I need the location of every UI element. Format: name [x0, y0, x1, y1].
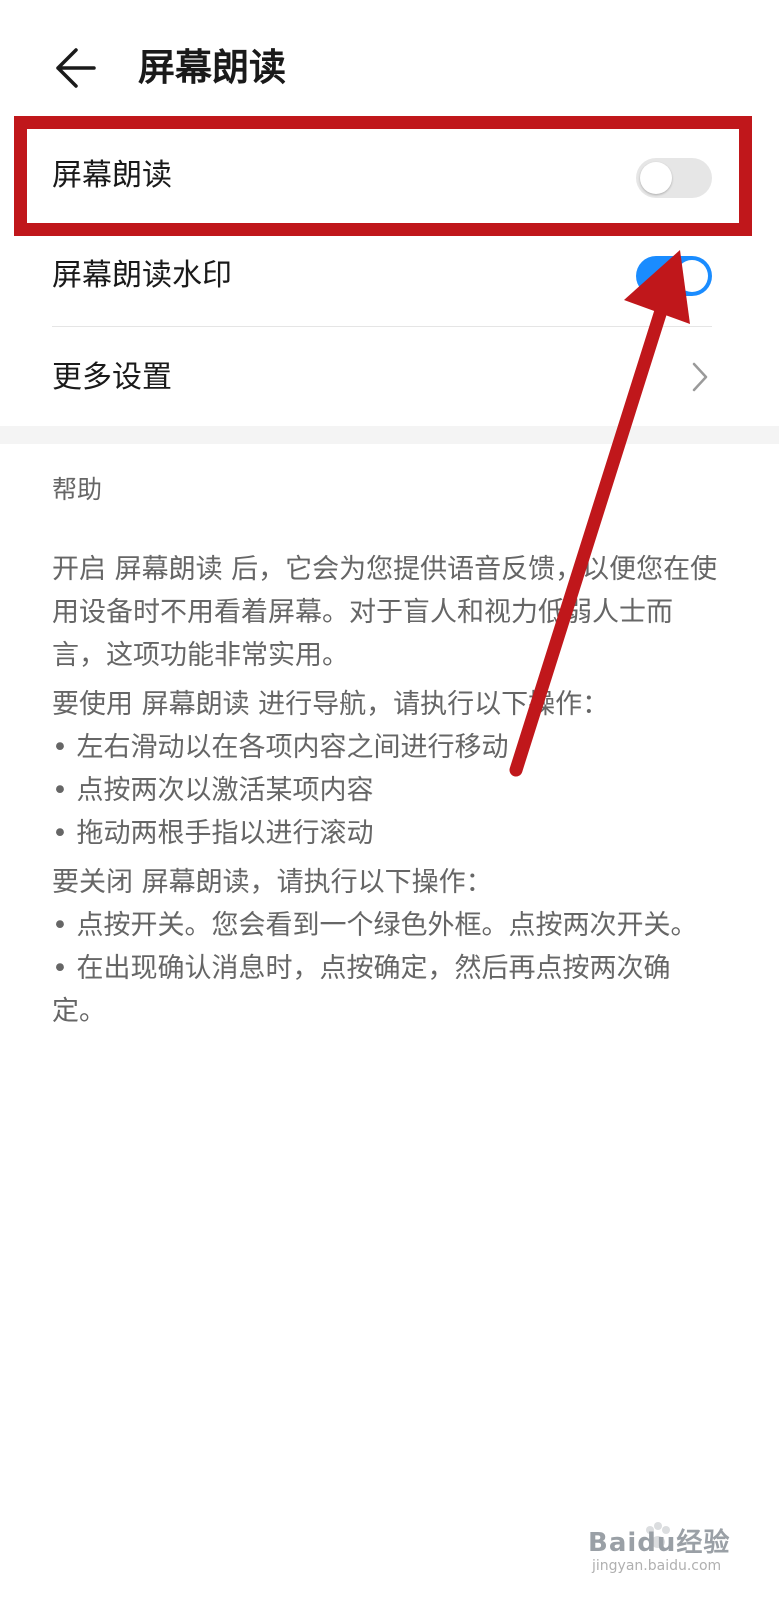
- chevron-right-icon: [692, 362, 708, 392]
- screen-reader-toggle[interactable]: [636, 158, 712, 198]
- help-paragraph: 要使用 屏幕朗读 进行导航，请执行以下操作：: [52, 689, 610, 720]
- screen-reader-watermark-label: 屏幕朗读水印: [52, 258, 232, 293]
- help-body: 开启 屏幕朗读 后，它会为您提供语音反馈，以便您在使用设备时不用看着屏幕。对于盲…: [52, 548, 720, 1033]
- row-divider: [52, 326, 712, 327]
- help-bullet: • 点按开关。您会看到一个绿色外框。点按两次开关。: [52, 910, 698, 941]
- help-title: 帮助: [52, 475, 103, 504]
- section-separator: [0, 426, 779, 444]
- app-header: 屏幕朗读: [0, 0, 779, 130]
- screen-reader-row[interactable]: 屏幕朗读: [0, 130, 779, 226]
- screen-reader-label: 屏幕朗读: [52, 158, 172, 193]
- help-bullet: • 拖动两根手指以进行滚动: [52, 818, 374, 849]
- help-bullet: • 在出现确认消息时，点按确定，然后再点按两次确定。: [52, 953, 671, 1027]
- help-paragraph: 开启 屏幕朗读 后，它会为您提供语音反馈，以便您在使用设备时不用看着屏幕。对于盲…: [52, 554, 718, 671]
- watermark-text: Baidu经验: [588, 1528, 731, 1558]
- help-bullet: • 点按两次以激活某项内容: [52, 775, 374, 806]
- more-settings-row[interactable]: 更多设置: [0, 328, 779, 426]
- screen-reader-watermark-toggle[interactable]: [636, 256, 712, 296]
- help-paragraph: 要关闭 屏幕朗读，请执行以下操作：: [52, 867, 493, 898]
- arrow-left-icon: [56, 48, 96, 88]
- screen-reader-watermark-row[interactable]: 屏幕朗读水印: [0, 230, 779, 326]
- page-title: 屏幕朗读: [138, 46, 286, 89]
- more-settings-label: 更多设置: [52, 360, 172, 395]
- toggle-knob: [676, 260, 708, 292]
- help-bullet: • 左右滑动以在各项内容之间进行移动: [52, 732, 509, 763]
- watermark-url: jingyan.baidu.com: [592, 1558, 722, 1574]
- back-button[interactable]: [44, 40, 104, 96]
- toggle-knob: [640, 162, 672, 194]
